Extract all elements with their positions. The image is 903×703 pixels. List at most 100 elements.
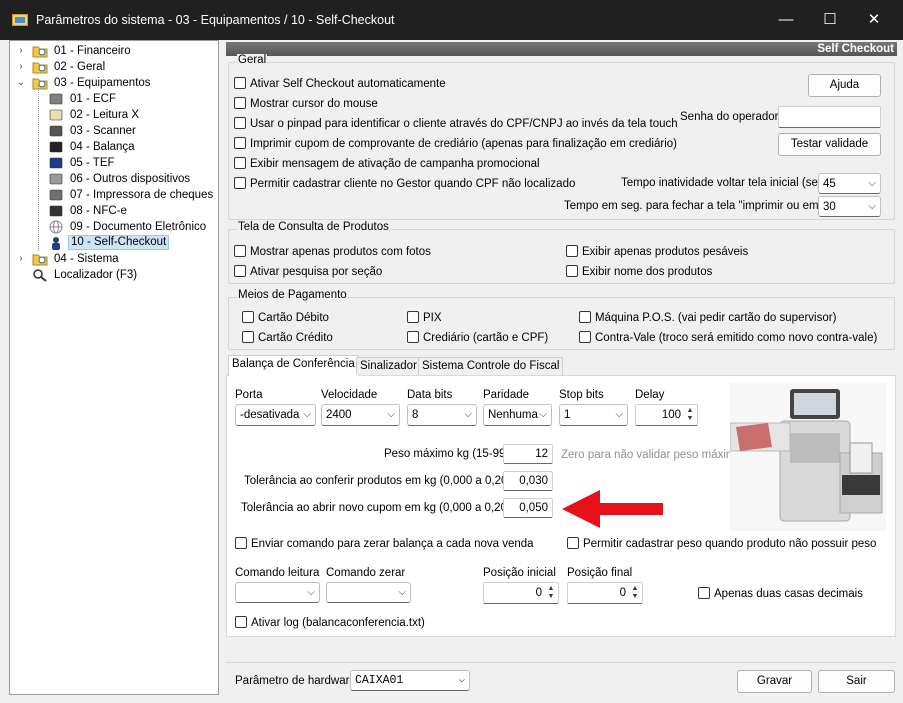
checkbox-icon[interactable] — [234, 77, 246, 89]
check-produtos-pesaveis[interactable]: Exibir apenas produtos pesáveis — [566, 245, 748, 259]
cmd-leitura-select[interactable]: ⌵ — [235, 582, 320, 603]
section-header: Self Checkout — [226, 42, 897, 56]
save-button[interactable]: Gravar — [737, 670, 812, 693]
chevron-down-icon: ⌵ — [303, 409, 311, 420]
red-arrow-icon — [562, 490, 663, 528]
velocidade-select[interactable]: 2400 ⌵ — [321, 404, 400, 426]
check-cadastrar-cliente[interactable]: Permitir cadastrar cliente no Gestor qua… — [234, 177, 575, 191]
check-contra-vale[interactable]: Contra-Vale (troco será emitido como nov… — [579, 331, 877, 345]
tol-conferir-input[interactable]: 0,030 — [503, 471, 553, 491]
paridade-select[interactable]: Nenhuma ⌵ — [483, 404, 552, 426]
checkbox-icon[interactable] — [242, 331, 254, 343]
collapsed-arrow-icon[interactable]: › — [16, 59, 26, 75]
tree-item[interactable]: 08 - NFC-e — [36, 203, 129, 219]
spin-arrows-icon[interactable]: ▲ ▼ — [546, 585, 556, 601]
hardware-label: Parâmetro de hardware — [235, 675, 356, 687]
checkbox-icon[interactable] — [566, 265, 578, 277]
peso-max-input[interactable]: 12 — [503, 444, 553, 464]
tree-item[interactable]: Localizador (F3) — [18, 267, 139, 283]
peso-hint: Zero para não validar peso máximo — [561, 449, 742, 461]
checkbox-icon[interactable] — [242, 311, 254, 323]
globe-icon — [48, 220, 64, 234]
checkbox-icon[interactable] — [235, 616, 247, 628]
expanded-arrow-icon[interactable]: ⌄ — [16, 75, 26, 91]
checkbox-icon[interactable] — [234, 265, 246, 277]
maximize-button[interactable]: ☐ — [808, 8, 852, 32]
checkbox-icon[interactable] — [234, 117, 246, 129]
tab-balanca-conferencia[interactable]: Balança de Conferência — [228, 355, 359, 376]
check-imprimir-cupom[interactable]: Imprimir cupom de comprovante de crediár… — [234, 137, 677, 151]
chevron-down-icon: ⌵ — [464, 409, 472, 420]
self-checkout-machine-image — [730, 383, 886, 531]
check-cartao-debito[interactable]: Cartão Débito — [242, 311, 329, 325]
check-cartao-credito[interactable]: Cartão Crédito — [242, 331, 333, 345]
check-ativar-self-checkout[interactable]: Ativar Self Checkout automaticamente — [234, 77, 446, 91]
check-usar-pinpad[interactable]: Usar o pinpad para identificar o cliente… — [234, 117, 678, 131]
exit-button[interactable]: Sair — [818, 670, 895, 693]
checkbox-icon[interactable] — [234, 157, 246, 169]
help-button[interactable]: Ajuda — [808, 74, 881, 97]
porta-select[interactable]: -desativada ⌵ — [235, 404, 316, 426]
tree-item[interactable]: › 01 - Financeiro — [18, 43, 133, 59]
checkbox-icon[interactable] — [407, 311, 419, 323]
spin-arrows-icon[interactable]: ▲ ▼ — [685, 407, 695, 423]
cmd-zerar-select[interactable]: ⌵ — [326, 582, 411, 603]
check-pesquisa-secao[interactable]: Ativar pesquisa por seção — [234, 265, 382, 279]
checkbox-icon[interactable] — [698, 587, 710, 599]
chevron-down-icon: ⌵ — [398, 587, 406, 598]
databits-select[interactable]: 8 ⌵ — [407, 404, 477, 426]
check-zerar-balanca[interactable]: Enviar comando para zerar balança a cada… — [235, 537, 534, 551]
tree-item[interactable]: 03 - Scanner — [36, 123, 138, 139]
tree-item[interactable]: 06 - Outros dispositivos — [36, 171, 192, 187]
check-nome-produtos[interactable]: Exibir nome dos produtos — [566, 265, 712, 279]
tree-item[interactable]: 07 - Impressora de cheques — [36, 187, 215, 203]
tree-item-label: 02 - Geral — [54, 61, 106, 73]
check-cadastrar-peso[interactable]: Permitir cadastrar peso quando produto n… — [567, 537, 876, 551]
check-pix[interactable]: PIX — [407, 311, 442, 325]
checkbox-icon[interactable] — [234, 245, 246, 257]
tree-item[interactable]: 10 - Self-Checkout — [36, 235, 170, 251]
title-bar: Parâmetros do sistema - 03 - Equipamento… — [0, 0, 903, 40]
close-screen-select[interactable]: 30 ⌵ — [818, 196, 881, 217]
checkbox-icon[interactable] — [234, 137, 246, 149]
check-mensagem-campanha[interactable]: Exibir mensagem de ativação de campanha … — [234, 157, 540, 171]
app-icon — [12, 14, 28, 26]
checkbox-icon[interactable] — [234, 177, 246, 189]
tree-item[interactable]: › 02 - Geral — [18, 59, 107, 75]
collapsed-arrow-icon[interactable]: › — [16, 43, 26, 59]
inactivity-select[interactable]: 45 ⌵ — [818, 173, 881, 194]
operator-password-input[interactable] — [778, 106, 881, 128]
checkbox-icon[interactable] — [567, 537, 579, 549]
chevron-down-icon: ⌵ — [539, 409, 547, 420]
stopbits-select[interactable]: 1 ⌵ — [559, 404, 628, 426]
check-maquina-pos[interactable]: Máquina P.O.S. (vai pedir cartão do supe… — [579, 311, 836, 325]
check-crediario[interactable]: Crediário (cartão e CPF) — [407, 331, 548, 345]
minimize-button[interactable]: — — [764, 8, 808, 32]
checkbox-icon[interactable] — [234, 97, 246, 109]
check-ativar-log[interactable]: Ativar log (balancaconferencia.txt) — [235, 616, 425, 630]
tree-item[interactable]: 02 - Leitura X — [36, 107, 141, 123]
tab-sinalizador[interactable]: Sinalizador — [356, 357, 421, 375]
tree-item[interactable]: 05 - TEF — [36, 155, 117, 171]
tree-item[interactable]: 01 - ECF — [36, 91, 118, 107]
tol-abrir-input[interactable]: 0,050 — [503, 498, 553, 518]
checkbox-icon[interactable] — [579, 331, 591, 343]
close-button[interactable]: ✕ — [852, 8, 896, 32]
check-duas-casas[interactable]: Apenas duas casas decimais — [698, 587, 863, 601]
folder-search-icon — [32, 44, 48, 58]
check-produtos-fotos[interactable]: Mostrar apenas produtos com fotos — [234, 245, 431, 259]
check-mostrar-cursor[interactable]: Mostrar cursor do mouse — [234, 97, 378, 111]
checkbox-icon[interactable] — [579, 311, 591, 323]
tree-item[interactable]: › 04 - Sistema — [18, 251, 121, 267]
checkbox-icon[interactable] — [235, 537, 247, 549]
checkbox-icon[interactable] — [566, 245, 578, 257]
test-validity-button[interactable]: Testar validade — [778, 133, 881, 156]
tab-sistema-controle-fiscal[interactable]: Sistema Controle do Fiscal — [418, 357, 564, 375]
spin-arrows-icon[interactable]: ▲ ▼ — [630, 585, 640, 601]
collapsed-arrow-icon[interactable]: › — [16, 251, 26, 267]
tree-item[interactable]: 04 - Balança — [36, 139, 137, 155]
hardware-select[interactable]: CAIXA01 ⌵ — [350, 670, 470, 691]
tree-item-label: 04 - Balança — [70, 141, 135, 153]
checkbox-icon[interactable] — [407, 331, 419, 343]
tree-item[interactable]: 09 - Documento Eletrônico — [36, 219, 208, 235]
